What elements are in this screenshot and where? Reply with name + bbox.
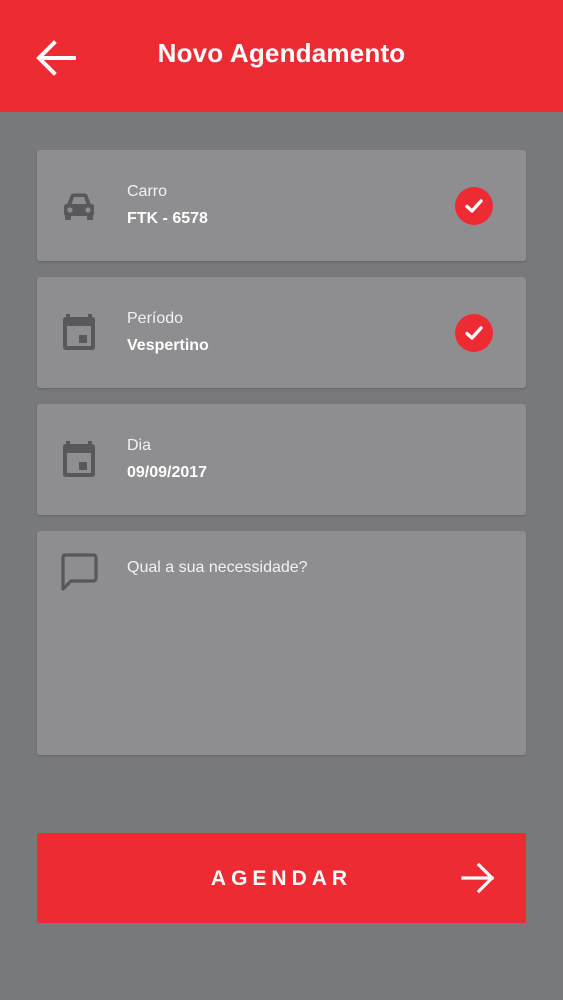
day-select-card[interactable]: Dia 09/09/2017	[37, 404, 526, 515]
day-label: Dia	[127, 437, 152, 454]
car-label: Carro	[127, 183, 168, 200]
need-input[interactable]: Qual a sua necessidade?	[37, 531, 526, 755]
need-placeholder: Qual a sua necessidade?	[127, 559, 308, 576]
arrow-right-icon	[461, 862, 495, 894]
car-select-card[interactable]: Carro FTK - 6578	[37, 150, 526, 261]
check-icon	[465, 199, 483, 213]
page-title: Novo Agendamento	[157, 38, 406, 68]
period-label: Período	[127, 310, 184, 327]
car-value: FTK - 6578	[127, 210, 208, 227]
message-icon	[61, 553, 98, 591]
car-icon	[64, 193, 94, 220]
car-check-badge	[455, 187, 493, 225]
schedule-button[interactable]: AGENDAR	[37, 833, 526, 923]
schedule-button-label: AGENDAR	[210, 867, 353, 890]
period-value: Vespertino	[127, 337, 209, 354]
calendar-icon	[63, 314, 95, 350]
period-check-badge	[455, 314, 493, 352]
day-value: 09/09/2017	[127, 464, 208, 481]
check-icon	[465, 326, 483, 340]
app-header: Novo Agendamento	[0, 0, 563, 112]
calendar-icon	[63, 441, 95, 477]
period-select-card[interactable]: Período Vespertino	[37, 277, 526, 388]
